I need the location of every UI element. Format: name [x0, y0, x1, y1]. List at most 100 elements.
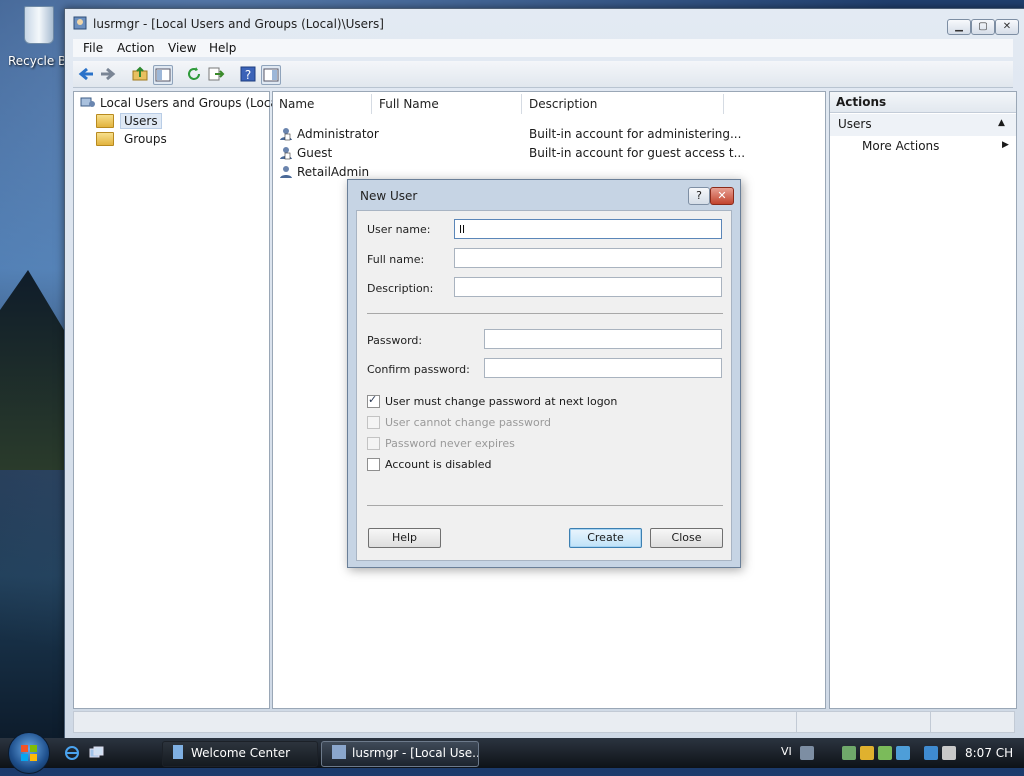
window-title: lusrmgr - [Local Users and Groups (Local… [93, 17, 384, 31]
toolbar: ? [73, 61, 1013, 88]
network-connection-icon[interactable] [924, 746, 938, 760]
separator [367, 505, 723, 506]
menu-file[interactable]: File [83, 41, 103, 55]
status-divider [930, 712, 931, 732]
checkbox-box[interactable] [367, 393, 380, 408]
language-indicator[interactable]: VI [781, 745, 792, 758]
recycle-bin-shortcut[interactable]: Recycle Bin [0, 4, 77, 70]
taskbar-welcome-center[interactable]: Welcome Center [162, 741, 318, 767]
show-hide-tree-icon[interactable] [153, 65, 173, 85]
actions-header: Actions [830, 92, 1016, 113]
folder-icon [96, 132, 114, 146]
password-input[interactable] [484, 329, 722, 349]
create-button[interactable]: Create [569, 528, 642, 548]
console-tree: Local Users and Groups (Local) Users Gro… [73, 91, 286, 709]
show-hide-action-pane-icon[interactable] [261, 65, 281, 85]
app-icon [73, 16, 87, 30]
dialog-help-button[interactable]: ? [688, 187, 710, 205]
confirm-password-input[interactable] [484, 358, 722, 378]
full-name-input[interactable] [454, 248, 722, 268]
computer-users-icon [80, 97, 95, 107]
back-icon[interactable] [77, 65, 95, 83]
full-name-label: Full name: [367, 253, 425, 266]
close-dialog-button[interactable]: Close [650, 528, 723, 548]
tray-app-icon[interactable] [896, 746, 910, 760]
confirm-password-label: Confirm password: [367, 363, 470, 376]
user-name-input[interactable] [454, 219, 722, 239]
internet-explorer-icon[interactable] [64, 745, 80, 761]
checkbox-box [367, 436, 380, 450]
password-never-expires-checkbox: Password never expires [367, 435, 515, 451]
new-user-dialog: New User ? ✕ User name: Full name: Descr… [347, 179, 741, 568]
menu-view[interactable]: View [168, 41, 196, 55]
dialog-close-button[interactable]: ✕ [710, 187, 734, 205]
user-icon [280, 147, 292, 160]
security-icon[interactable] [860, 746, 874, 760]
column-header-description[interactable]: Description [529, 94, 597, 114]
user-icon [280, 128, 292, 141]
more-actions-link[interactable]: More Actions [862, 139, 939, 153]
tree-item-groups[interactable]: Groups [96, 130, 171, 148]
user-description-cell: Built-in account for guest access t... [529, 146, 746, 160]
account-disabled-checkbox[interactable]: Account is disabled [367, 456, 492, 472]
taskbar-button-label: Welcome Center [191, 746, 291, 760]
table-row[interactable]: Guest [279, 144, 332, 162]
refresh-icon[interactable] [185, 65, 203, 83]
taskbar-lusrmgr[interactable]: lusrmgr - [Local Use... [321, 741, 479, 767]
collapse-up-icon[interactable]: ▲ [998, 118, 1005, 128]
taskbar-button-label: lusrmgr - [Local Use... [352, 746, 479, 760]
user-name-cell: Guest [297, 146, 333, 160]
dialog-title: New User [360, 189, 418, 203]
help-icon[interactable]: ? [239, 65, 257, 83]
volume-muted-icon[interactable] [942, 746, 956, 760]
tree-item-groups-label: Groups [124, 132, 167, 146]
clock[interactable]: 8:07 CH [965, 746, 1013, 760]
column-divider[interactable] [723, 94, 724, 114]
welcome-center-icon [173, 745, 183, 759]
checkbox-label: Account is disabled [385, 457, 492, 471]
checkbox-box[interactable] [367, 457, 380, 471]
status-bar [73, 711, 1015, 733]
column-header-name[interactable]: Name [279, 94, 314, 114]
folder-icon [96, 114, 114, 128]
maximize-button[interactable]: ▢ [971, 19, 995, 35]
help-button[interactable]: Help [368, 528, 441, 548]
column-divider[interactable] [521, 94, 522, 114]
export-list-icon[interactable] [207, 65, 225, 83]
column-divider[interactable] [371, 94, 372, 114]
actions-title: Actions [836, 95, 887, 109]
switch-windows-icon[interactable] [88, 745, 104, 761]
user-name-label: User name: [367, 223, 431, 236]
update-icon[interactable] [878, 746, 892, 760]
forward-icon[interactable] [99, 65, 117, 83]
menu-help[interactable]: Help [209, 41, 236, 55]
checkbox-box [367, 415, 380, 429]
tree-root-label: Local Users and Groups (Local) [100, 96, 286, 110]
taskbar: Welcome Center lusrmgr - [Local Use... V… [0, 732, 1024, 774]
svg-text:?: ? [245, 68, 251, 82]
tree-root[interactable]: Local Users and Groups (Local) [80, 94, 286, 112]
separator [367, 313, 723, 314]
network-icon[interactable] [842, 746, 856, 760]
description-input[interactable] [454, 277, 722, 297]
user-name-cell: Administrator [297, 127, 379, 141]
tree-item-users-label: Users [120, 113, 162, 129]
menu-action[interactable]: Action [117, 41, 155, 55]
user-description-cell: Built-in account for administering... [529, 127, 742, 141]
checkbox-label: User cannot change password [385, 415, 552, 429]
table-row[interactable]: Administrator [279, 125, 379, 143]
windows-logo-icon [21, 745, 37, 761]
title-bar[interactable]: lusrmgr - [Local Users and Groups (Local… [65, 9, 1024, 37]
column-header-full-name[interactable]: Full Name [379, 94, 439, 114]
checkbox-label: Password never expires [385, 436, 515, 450]
up-folder-icon[interactable] [131, 65, 149, 83]
tree-item-users[interactable]: Users [96, 112, 162, 130]
password-label: Password: [367, 334, 423, 347]
close-button[interactable]: ✕ [995, 19, 1019, 35]
submenu-arrow-icon: ▶ [1002, 140, 1009, 150]
checkbox-label: User must change password at next logon [385, 394, 618, 408]
keyboard-icon[interactable] [800, 746, 814, 760]
minimize-button[interactable]: ▁ [947, 19, 971, 35]
actions-section-users[interactable]: Users ▲ [830, 114, 1016, 136]
must-change-password-checkbox[interactable]: User must change password at next logon [367, 393, 617, 409]
